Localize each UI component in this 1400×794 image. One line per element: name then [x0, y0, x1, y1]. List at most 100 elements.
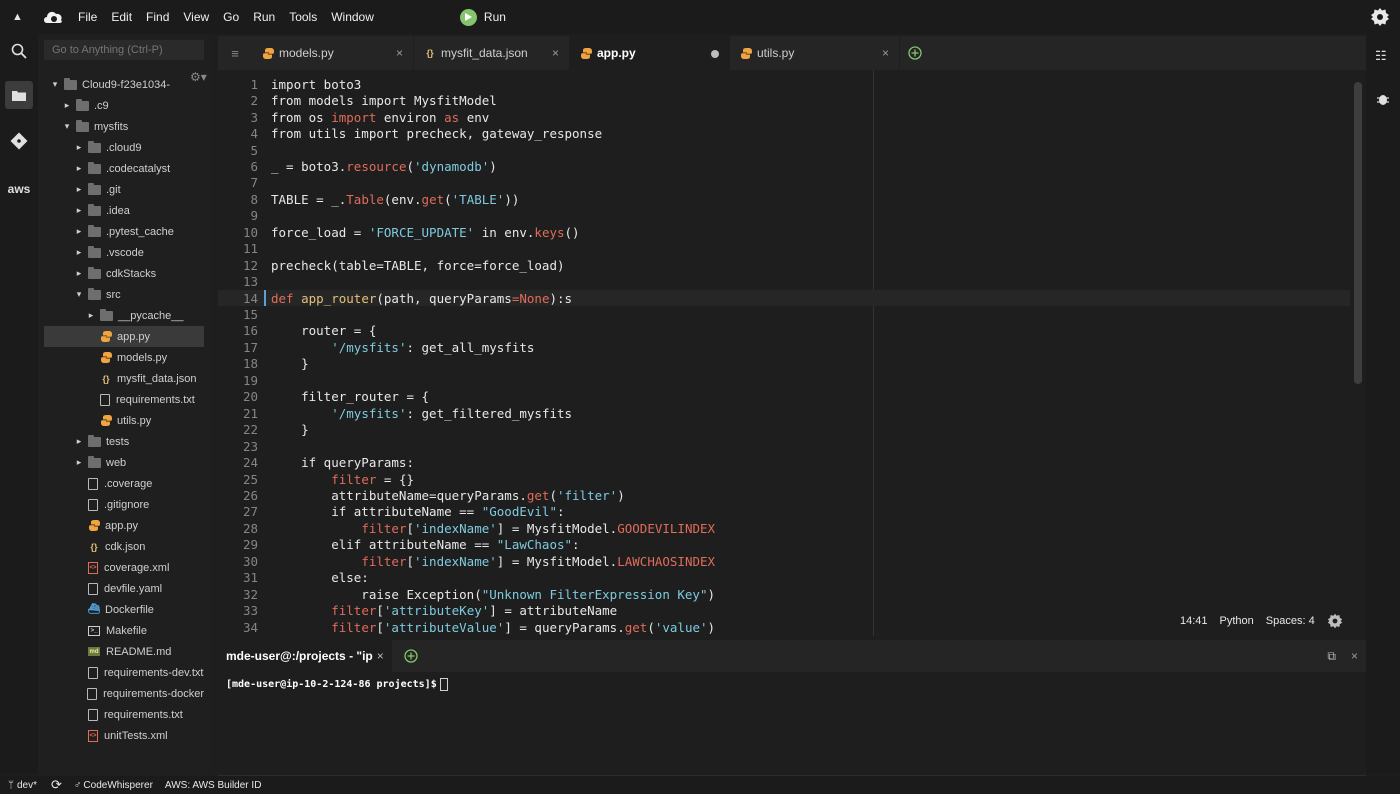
chevron-right-icon[interactable]: ▸ [74, 268, 84, 279]
settings-gear-icon[interactable] [1370, 7, 1390, 27]
tree-file[interactable]: models.py [44, 347, 204, 368]
tree-item-label: __pycache__ [118, 309, 184, 322]
code-editor[interactable]: 1 import boto3 2 from models import MysfitM… [218, 70, 1366, 636]
tree-file[interactable]: app.py [44, 515, 204, 536]
tree-folder[interactable]: ▾ src [44, 284, 204, 305]
tree-folder[interactable]: ▸ web [44, 452, 204, 473]
debugger-bug-icon[interactable] [1376, 92, 1390, 109]
tree-folder[interactable]: ▸ cdkStacks [44, 263, 204, 284]
chevron-down-icon[interactable]: ▾ [62, 121, 72, 132]
outline-icon[interactable]: ☷ [1375, 48, 1387, 64]
aws-connection-status[interactable]: AWS: AWS Builder ID [165, 780, 262, 791]
activity-bar: aws [0, 34, 38, 774]
branch-indicator[interactable]: ᛘ dev* [8, 780, 37, 791]
new-tab-button[interactable] [900, 36, 930, 70]
terminal-tab[interactable]: mde-user@:/projects - "ip × [218, 640, 392, 672]
tree-item-label: .codecatalyst [106, 162, 171, 175]
editor-tab[interactable]: models.py × [252, 36, 414, 70]
close-icon[interactable]: × [882, 46, 889, 60]
run-button[interactable]: Run [459, 8, 506, 26]
line-number: 1 [250, 76, 258, 92]
indent-setting[interactable]: Spaces: 4 [1266, 615, 1315, 627]
tree-folder[interactable]: ▸ __pycache__ [44, 305, 204, 326]
aws-icon[interactable]: aws [8, 178, 31, 200]
close-icon[interactable]: × [377, 649, 384, 663]
menu-go[interactable]: Go [223, 10, 239, 24]
go-to-anything-input[interactable] [44, 40, 204, 60]
tree-folder[interactable]: ▸ tests [44, 431, 204, 452]
editor-tab[interactable]: app.py [570, 36, 730, 70]
close-icon[interactable]: × [552, 46, 559, 60]
environment-files-icon[interactable] [5, 81, 33, 109]
menu-view[interactable]: View [183, 10, 209, 24]
maximize-icon[interactable]: ⧉ [1327, 649, 1336, 664]
line-number: 18 [242, 356, 258, 372]
tree-file[interactable]: requirements.txt [44, 389, 204, 410]
new-terminal-button[interactable] [404, 649, 418, 663]
tree-file[interactable]: devfile.yaml [44, 578, 204, 599]
document-file-icon [88, 666, 98, 679]
menu-window[interactable]: Window [331, 10, 374, 24]
tree-folder[interactable]: ▸ .vscode [44, 242, 204, 263]
tree-file[interactable]: ⛴ Dockerfile [44, 599, 204, 620]
editor-tab[interactable]: {} mysfit_data.json × [414, 36, 570, 70]
chevron-right-icon[interactable]: ▸ [74, 205, 84, 216]
tree-file[interactable]: app.py [44, 326, 204, 347]
source-control-icon[interactable] [8, 130, 30, 152]
tree-folder[interactable]: ▸ .git [44, 179, 204, 200]
tree-file[interactable]: requirements-dev.txt [44, 662, 204, 683]
menu-run[interactable]: Run [253, 10, 275, 24]
close-panel-icon[interactable]: × [1351, 649, 1358, 663]
sync-icon[interactable]: ⟳ [51, 777, 62, 793]
language-mode[interactable]: Python [1220, 615, 1254, 627]
chevron-right-icon[interactable]: ▸ [86, 310, 96, 321]
tree-file[interactable]: <> coverage.xml [44, 557, 204, 578]
menu-file[interactable]: File [78, 10, 97, 24]
terminal[interactable]: [mde-user@ip-10-2-124-86 projects]$ [218, 672, 1366, 776]
menu-tools[interactable]: Tools [289, 10, 317, 24]
chevron-right-icon[interactable]: ▸ [74, 163, 84, 174]
close-icon[interactable]: × [396, 46, 403, 60]
chevron-right-icon[interactable]: ▸ [74, 457, 84, 468]
line-number: 30 [242, 553, 258, 569]
tree-folder[interactable]: ▸ .cloud9 [44, 137, 204, 158]
tree-file[interactable]: .gitignore [44, 494, 204, 515]
tree-file[interactable]: requirements-docker [44, 683, 204, 704]
tree-file[interactable]: {} cdk.json [44, 536, 204, 557]
chevron-right-icon[interactable]: ▸ [74, 436, 84, 447]
codewhisperer-status[interactable]: ♂ CodeWhisperer [74, 780, 153, 791]
editor-settings-gear-icon[interactable] [1327, 613, 1343, 629]
tree-file[interactable]: {} mysfit_data.json [44, 368, 204, 389]
chevron-right-icon[interactable]: ▸ [74, 247, 84, 258]
menu-edit[interactable]: Edit [111, 10, 132, 24]
menu-find[interactable]: Find [146, 10, 169, 24]
tree-file[interactable]: utils.py [44, 410, 204, 431]
tree-file[interactable]: <> unitTests.xml [44, 725, 204, 746]
tab-list-menu-icon[interactable]: ≡ [218, 36, 252, 70]
editor-tab[interactable]: utils.py × [730, 36, 900, 70]
tree-file[interactable]: requirements.txt [44, 704, 204, 725]
tree-folder[interactable]: ▾ mysfits [44, 116, 204, 137]
unsaved-dot-icon[interactable] [711, 50, 719, 58]
tree-file[interactable]: >_ Makefile [44, 620, 204, 641]
chevron-right-icon[interactable]: ▸ [74, 184, 84, 195]
chevron-right-icon[interactable]: ▸ [74, 226, 84, 237]
tree-folder[interactable]: ▾ Cloud9-f23e1034- [44, 74, 204, 95]
tree-folder[interactable]: ▸ .pytest_cache [44, 221, 204, 242]
tree-file[interactable]: .coverage [44, 473, 204, 494]
tree-folder[interactable]: ▸ .codecatalyst [44, 158, 204, 179]
tree-file[interactable]: md README.md [44, 641, 204, 662]
document-file-icon [88, 582, 98, 595]
editor-scrollbar[interactable] [1354, 82, 1362, 384]
tree-folder[interactable]: ▸ .c9 [44, 95, 204, 116]
chevron-down-icon[interactable]: ▾ [74, 289, 84, 300]
tree-folder[interactable]: ▸ .idea [44, 200, 204, 221]
chevron-right-icon[interactable]: ▸ [74, 142, 84, 153]
folder-icon [88, 266, 101, 279]
collapse-menu-icon[interactable]: ▲ [12, 11, 26, 23]
search-icon[interactable] [8, 40, 30, 62]
line-source: router = { [271, 323, 377, 339]
cursor-position[interactable]: 14:41 [1180, 615, 1208, 627]
chevron-right-icon[interactable]: ▸ [62, 100, 72, 111]
chevron-down-icon[interactable]: ▾ [50, 79, 60, 90]
